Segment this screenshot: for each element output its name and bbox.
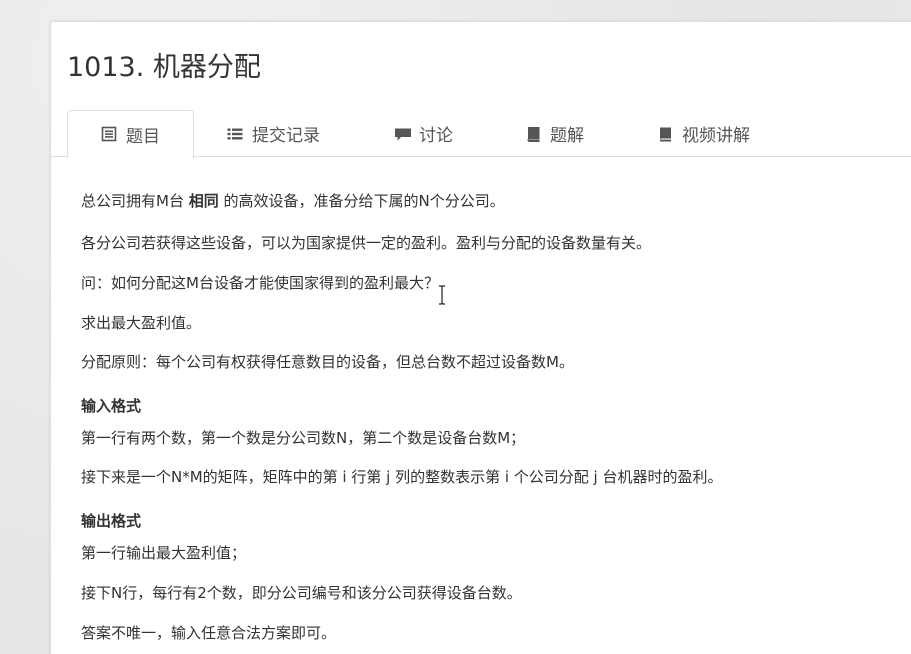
problem-title: 1013. 机器分配 — [67, 52, 261, 83]
tab-bar: 题目 提交记录 讨论 题解 视频讲解 — [51, 110, 911, 158]
tab-problem[interactable]: 题目 — [67, 110, 194, 158]
problem-card: 1013. 机器分配 题目 提交记录 讨论 题解 视频讲解 总公司拥有M台 相同… — [50, 21, 911, 654]
output-format-line: 接下N行，每行有2个数，即分公司编号和该分公司获得设备台数。 — [81, 584, 522, 602]
comment-icon — [394, 126, 411, 142]
tab-submissions[interactable]: 提交记录 — [227, 110, 320, 157]
tab-label: 提交记录 — [252, 126, 320, 146]
text-segment: 的高效设备，准备分给下属的N个分公司。 — [218, 192, 505, 210]
description-line: 分配原则：每个公司有权获得任意数目的设备，但总台数不超过设备数M。 — [81, 353, 574, 371]
tab-label: 题目 — [126, 126, 160, 147]
tab-discussion[interactable]: 讨论 — [394, 110, 453, 157]
page-background: 1013. 机器分配 题目 提交记录 讨论 题解 视频讲解 总公司拥有M台 相同… — [0, 0, 911, 654]
description-line: 总公司拥有M台 相同 的高效设备，准备分给下属的N个分公司。 — [81, 190, 505, 212]
book-icon — [657, 126, 673, 142]
output-format-line: 第一行输出最大盈利值； — [81, 544, 247, 562]
output-format-heading: 输出格式 — [81, 512, 142, 530]
text-segment: 总公司拥有M台 — [81, 192, 189, 210]
tab-label: 题解 — [550, 126, 584, 146]
text-cursor-icon — [437, 285, 447, 305]
input-format-line: 第一行有两个数，第一个数是分公司数N，第二个数是设备台数M； — [81, 429, 526, 447]
description-line: 问：如何分配这M台设备才能使国家得到的盈利最大？ — [81, 274, 439, 292]
list-icon — [227, 126, 243, 142]
tab-video[interactable]: 视频讲解 — [657, 110, 750, 157]
tab-solutions[interactable]: 题解 — [525, 110, 584, 157]
list-box-icon — [101, 126, 117, 142]
bold-text: 相同 — [188, 192, 219, 210]
book-icon — [525, 126, 541, 142]
input-format-heading: 输入格式 — [81, 397, 142, 415]
tab-label: 视频讲解 — [682, 126, 750, 146]
output-format-line: 答案不唯一，输入任意合法方案即可。 — [81, 624, 337, 642]
description-line: 求出最大盈利值。 — [81, 314, 202, 332]
description-line: 各分公司若获得这些设备，可以为国家提供一定的盈利。盈利与分配的设备数量有关。 — [81, 234, 652, 252]
input-format-line: 接下来是一个N*M的矩阵，矩阵中的第 i 行第 j 列的整数表示第 i 个公司分… — [81, 468, 723, 486]
tab-label: 讨论 — [419, 126, 453, 146]
